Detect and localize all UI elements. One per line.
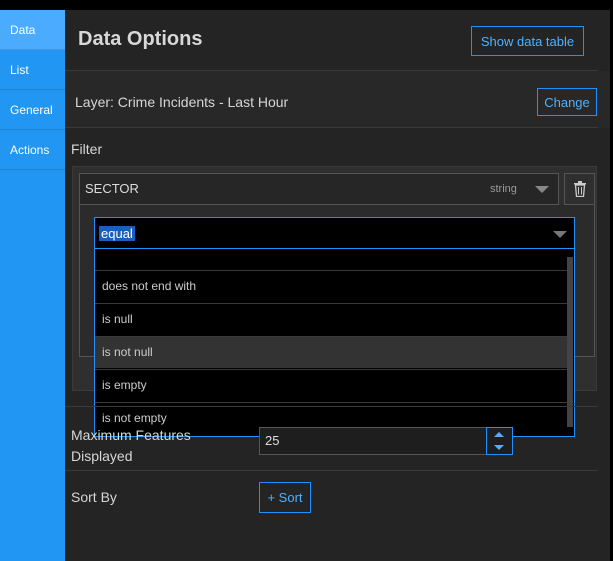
operator-dropdown: does not end with is null is not null is…	[94, 249, 575, 437]
sidebar: Data List General Actions	[0, 10, 65, 561]
sort-by-label: Sort By	[71, 489, 117, 505]
data-options-panel: Data Options Show data table Layer: Crim…	[65, 10, 610, 561]
page-title: Data Options	[78, 28, 203, 50]
option-is-empty[interactable]: is empty	[95, 369, 567, 401]
chevron-down-icon	[553, 231, 567, 238]
add-sort-button[interactable]: + Sort	[259, 482, 311, 513]
operator-select[interactable]: equal	[94, 217, 575, 249]
top-border	[0, 0, 613, 10]
option-is-null[interactable]: is null	[95, 303, 567, 335]
chevron-down-icon	[535, 186, 549, 193]
operator-value: equal	[99, 226, 135, 241]
delete-filter-button[interactable]	[564, 173, 595, 205]
layer-row: Layer: Crime Incidents - Last Hour Chang…	[65, 71, 610, 128]
option-is-not-null[interactable]: is not null	[95, 336, 567, 368]
option-does-not-end-with[interactable]: does not end with	[95, 270, 567, 302]
tab-list[interactable]: List	[0, 50, 65, 90]
tab-actions[interactable]: Actions	[0, 130, 65, 170]
trash-icon	[573, 181, 586, 197]
show-data-table-button[interactable]: Show data table	[471, 26, 584, 56]
tab-general[interactable]: General	[0, 90, 65, 130]
field-type: string	[490, 183, 517, 195]
field-select[interactable]: SECTOR string	[79, 173, 559, 205]
decrement-icon[interactable]	[494, 445, 504, 450]
filter-divider	[65, 406, 598, 407]
tab-data[interactable]: Data	[0, 10, 65, 50]
layer-label: Layer: Crime Incidents - Last Hour	[75, 94, 289, 110]
max-features-input[interactable]: 25	[259, 427, 487, 455]
layer-divider	[65, 127, 598, 128]
dropdown-scrollbar[interactable]	[567, 257, 573, 427]
filter-label: Filter	[71, 141, 103, 157]
increment-icon[interactable]	[494, 432, 504, 437]
field-name: SECTOR	[85, 181, 139, 196]
max-features-label: Maximum Features Displayed	[71, 427, 191, 464]
max-features-divider	[65, 470, 598, 471]
max-features-stepper[interactable]	[486, 427, 513, 455]
change-layer-button[interactable]: Change	[537, 88, 597, 116]
